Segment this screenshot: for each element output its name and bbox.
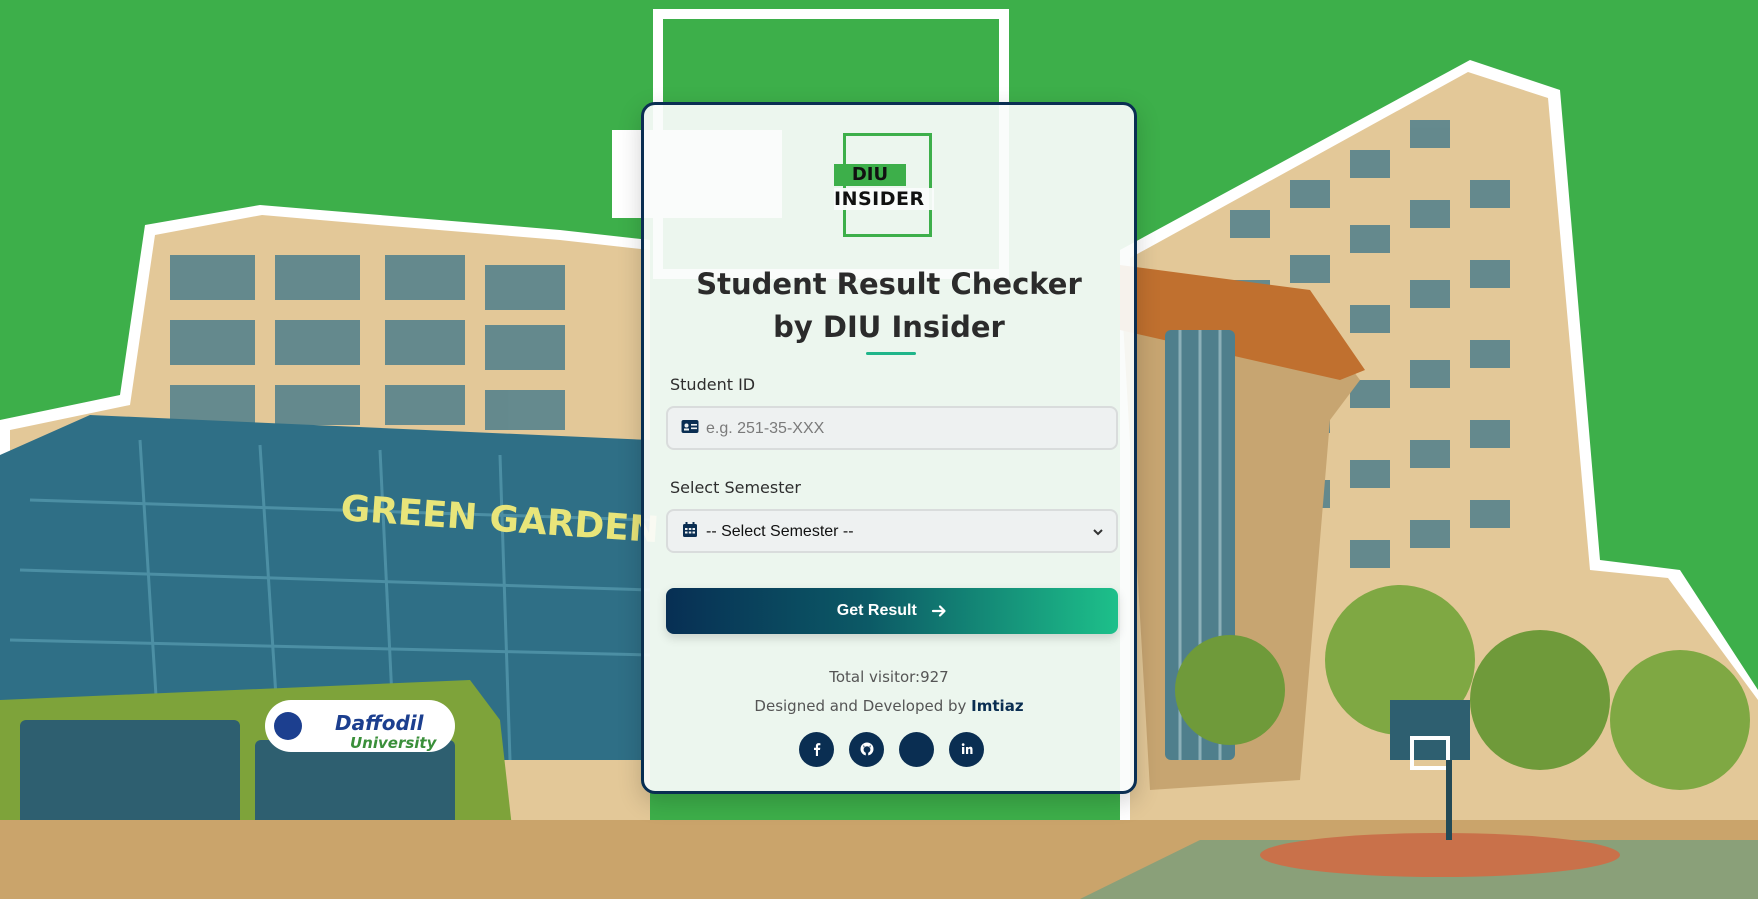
page-title: Student Result Checker by DIU Insider (644, 263, 1134, 349)
get-result-label: Get Result (836, 602, 917, 619)
credit-prefix: Designed and Developed by (754, 697, 967, 715)
logo-insider-text: INSIDER (834, 188, 934, 210)
result-checker-card: DIU INSIDER Student Result Checker by DI… (641, 102, 1137, 794)
get-result-button[interactable]: Get Result (666, 588, 1118, 634)
diu-insider-logo: DIU INSIDER (834, 133, 934, 237)
facebook-icon (813, 743, 820, 756)
blank-social-button[interactable] (899, 732, 934, 767)
linkedin-icon (961, 743, 972, 754)
title-underline (866, 352, 916, 355)
page-title-line1: Student Result Checker (696, 267, 1082, 301)
github-button[interactable] (849, 732, 884, 767)
student-id-label: Student ID (670, 375, 756, 394)
semester-selected-value: -- Select Semester -- (706, 523, 854, 540)
page-title-line2: by DIU Insider (773, 310, 1005, 344)
semester-label: Select Semester (670, 478, 801, 497)
linkedin-button[interactable] (949, 732, 984, 767)
id-card-icon (681, 420, 699, 433)
facebook-button[interactable] (799, 732, 834, 767)
svg-text:Daffodil: Daffodil (335, 711, 425, 735)
student-id-field[interactable]: e.g. 251-35-XXX (666, 406, 1118, 450)
arrow-right-icon (932, 605, 946, 617)
calendar-icon (683, 522, 697, 537)
visitor-count: Total visitor:927 (829, 668, 949, 686)
social-links (799, 732, 999, 768)
credit-line: Designed and Developed by Imtiaz (644, 697, 1134, 715)
svg-text:University: University (350, 734, 438, 752)
logo-diu-text: DIU (834, 164, 906, 186)
semester-select[interactable]: -- Select Semester -- (666, 509, 1118, 553)
student-id-input[interactable]: e.g. 251-35-XXX (706, 420, 824, 438)
developer-link[interactable]: Imtiaz (971, 697, 1023, 715)
github-icon (860, 742, 873, 756)
chevron-down-icon (1093, 529, 1103, 536)
